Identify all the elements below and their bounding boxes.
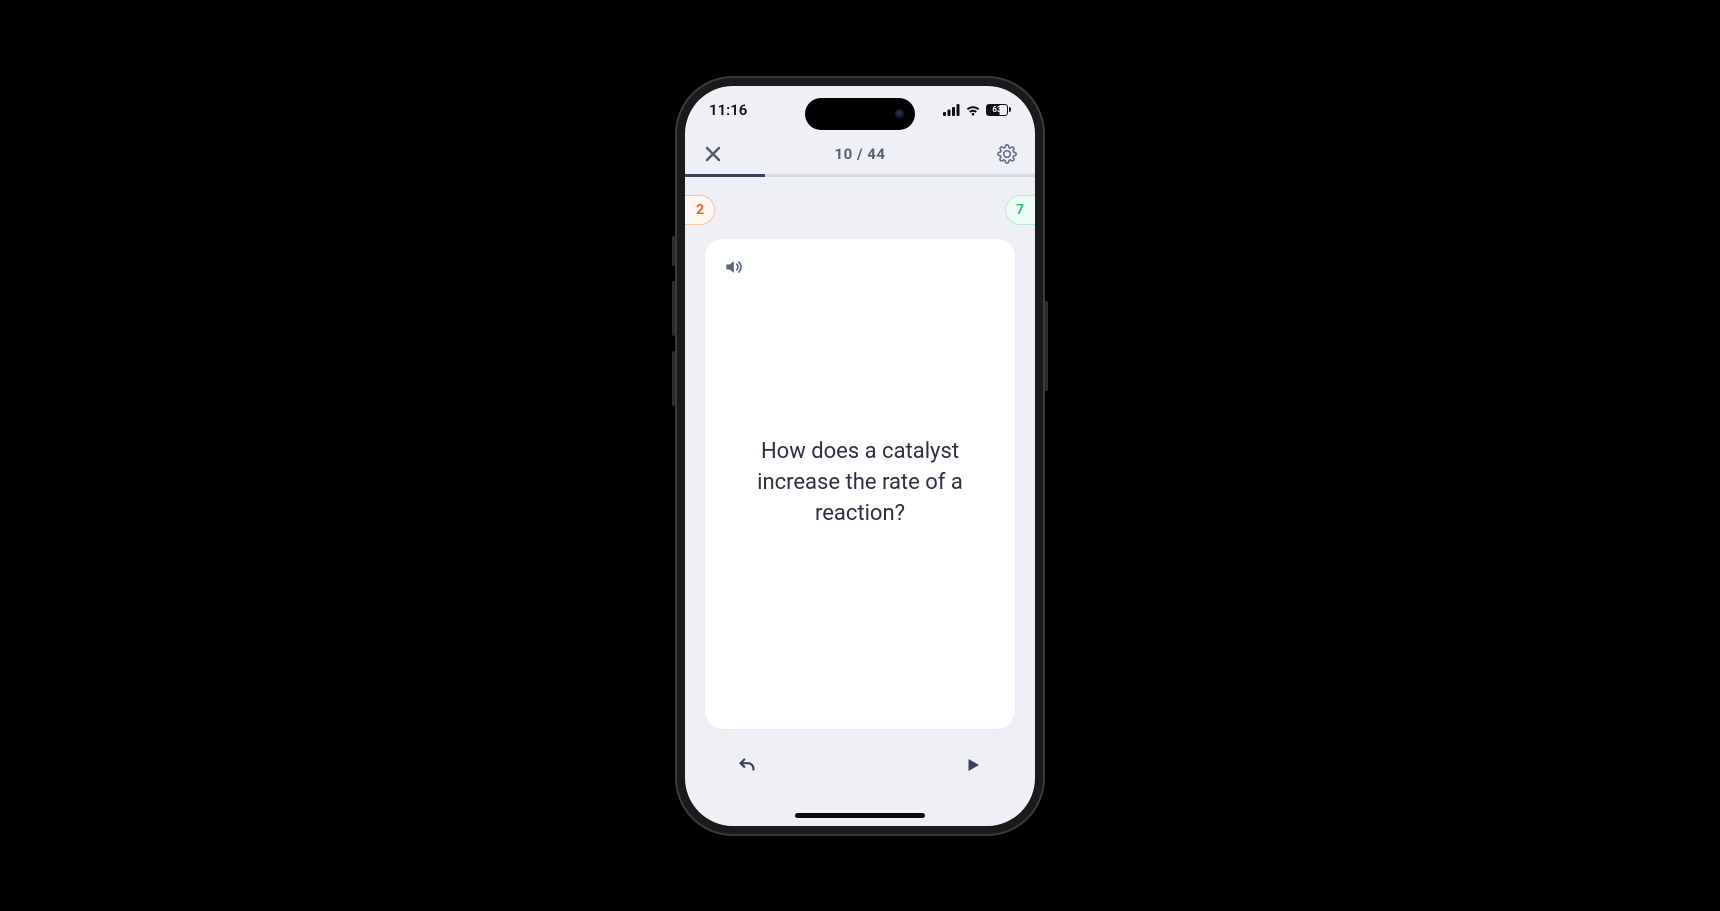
correct-count-pill: 7 — [1005, 195, 1035, 225]
flashcard[interactable]: How does a catalyst increase the rate of… — [705, 239, 1015, 729]
phone-power-button — [1045, 301, 1048, 391]
undo-icon — [736, 754, 758, 776]
play-button[interactable] — [951, 743, 995, 787]
battery-icon: 63 — [986, 104, 1011, 116]
phone-frame: 11:16 — [675, 76, 1045, 836]
phone-volume-up — [672, 281, 675, 336]
front-camera — [895, 109, 905, 119]
audio-button[interactable] — [723, 257, 743, 281]
phone-volume-down — [672, 351, 675, 406]
status-indicators: 63 — [943, 104, 1011, 116]
gear-icon — [997, 144, 1017, 164]
phone-screen: 11:16 — [685, 86, 1035, 826]
play-icon — [964, 756, 982, 774]
bottom-controls — [685, 729, 1035, 805]
phone-side-button — [672, 236, 675, 266]
cellular-icon — [943, 104, 960, 116]
app-body: 2 7 How does a catalyst increase — [685, 177, 1035, 826]
close-button[interactable] — [699, 140, 727, 168]
undo-button[interactable] — [725, 743, 769, 787]
dynamic-island — [805, 98, 915, 130]
correct-count: 7 — [1016, 202, 1024, 218]
status-time: 11:16 — [709, 101, 747, 119]
home-indicator[interactable] — [795, 813, 925, 818]
score-row: 2 7 — [685, 177, 1035, 233]
stage: 11:16 — [0, 0, 1720, 911]
wrong-count-pill: 2 — [685, 195, 715, 225]
wrong-count: 2 — [696, 202, 704, 218]
close-icon — [704, 145, 722, 163]
flashcard-question: How does a catalyst increase the rate of… — [705, 239, 1015, 729]
card-counter: 10 / 44 — [835, 145, 886, 163]
speaker-icon — [723, 257, 743, 277]
wifi-icon — [965, 104, 981, 116]
battery-percent: 63 — [992, 105, 1001, 114]
settings-button[interactable] — [993, 140, 1021, 168]
app-header: 10 / 44 — [685, 134, 1035, 174]
